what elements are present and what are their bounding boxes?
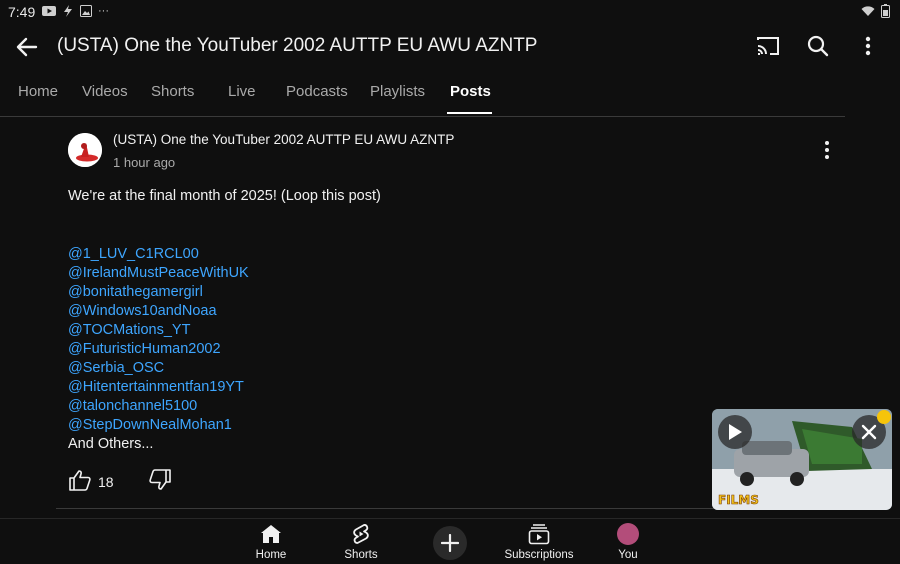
nav-shorts-label: Shorts	[344, 549, 378, 561]
search-button[interactable]	[804, 32, 832, 60]
like-count: 18	[98, 474, 114, 490]
channel-title: (USTA) One the YouTuber 2002 AUTTP EU AW…	[57, 35, 538, 56]
nav-home[interactable]: Home	[226, 523, 316, 561]
nav-subscriptions[interactable]: Subscriptions	[494, 523, 584, 561]
tab-shorts[interactable]: Shorts	[151, 83, 194, 100]
play-icon	[729, 424, 742, 440]
mention-link[interactable]: @Windows10andNoaa	[68, 302, 249, 321]
and-others-text: And Others...	[68, 436, 154, 452]
tab-home[interactable]: Home	[18, 83, 58, 100]
youtube-notification-icon	[42, 6, 56, 16]
mention-link[interactable]: @IrelandMustPeaceWithUK	[68, 264, 249, 283]
more-notifications-indicator: ···	[98, 5, 109, 17]
tab-posts[interactable]: Posts	[450, 83, 491, 100]
wifi-icon	[861, 5, 875, 16]
channel-avatar-image	[68, 133, 102, 167]
battery-icon	[881, 4, 890, 18]
mini-player-play-button[interactable]	[718, 415, 752, 449]
emoji-badge	[877, 410, 891, 424]
nav-subscriptions-label: Subscriptions	[504, 549, 574, 561]
nav-home-label: Home	[255, 549, 287, 561]
channel-avatar[interactable]	[68, 133, 102, 167]
close-icon	[861, 424, 877, 440]
plus-icon	[441, 534, 459, 552]
app-bar: (USTA) One the YouTuber 2002 AUTTP EU AW…	[0, 24, 900, 70]
arrow-left-icon	[16, 37, 38, 57]
mention-link[interactable]: @StepDownNealMohan1	[68, 416, 249, 435]
nav-you-label: You	[618, 549, 638, 561]
thumbs-up-icon	[69, 470, 91, 491]
more-vertical-icon	[825, 141, 829, 159]
tab-playlists[interactable]: Playlists	[370, 83, 425, 100]
back-button[interactable]	[12, 32, 42, 62]
post-body-text: We're at the final month of 2025! (Loop …	[68, 188, 381, 204]
mention-link[interactable]: @FuturisticHuman2002	[68, 340, 249, 359]
home-icon	[261, 525, 281, 543]
post-author[interactable]: (USTA) One the YouTuber 2002 AUTTP EU AW…	[113, 132, 454, 147]
post-timestamp: 1 hour ago	[113, 155, 176, 170]
bottom-navigation: Home Shorts Subscriptions You	[0, 518, 900, 564]
nav-you[interactable]: You	[583, 523, 673, 561]
active-tab-indicator	[447, 112, 492, 114]
channel-tabs: Home Videos Shorts Live Podcasts Playlis…	[0, 70, 845, 117]
mention-link[interactable]: @bonitathegamergirl	[68, 283, 249, 302]
mention-link[interactable]: @talonchannel5100	[68, 397, 249, 416]
search-icon	[807, 35, 829, 57]
mention-link[interactable]: @1_LUV_C1RCL00	[68, 245, 249, 264]
thumbs-down-icon	[149, 469, 171, 490]
status-notification-icons: ···	[42, 5, 109, 17]
tab-videos[interactable]: Videos	[82, 83, 128, 100]
tab-podcasts[interactable]: Podcasts	[286, 83, 348, 100]
app-bar-actions	[754, 32, 882, 60]
dislike-button[interactable]	[148, 469, 174, 493]
mention-link[interactable]: @Hitentertainmentfan19YT	[68, 378, 249, 397]
mention-link[interactable]: @Serbia_OSC	[68, 359, 249, 378]
like-button[interactable]	[68, 469, 94, 493]
mini-player[interactable]: FILMS	[712, 409, 892, 510]
more-vertical-icon	[865, 36, 871, 56]
create-button[interactable]	[433, 526, 467, 560]
status-time: 7:49	[8, 4, 36, 20]
status-bar: 7:49 ···	[0, 0, 900, 24]
mention-link[interactable]: @TOCMations_YT	[68, 321, 249, 340]
image-notification-icon	[80, 5, 92, 17]
post-menu-button[interactable]	[816, 139, 838, 161]
more-options-button[interactable]	[854, 32, 882, 60]
bolt-notification-icon	[64, 5, 72, 17]
nav-shorts[interactable]: Shorts	[316, 523, 406, 561]
subscriptions-icon	[528, 524, 550, 545]
mention-list: @1_LUV_C1RCL00 @IrelandMustPeaceWithUK @…	[68, 245, 249, 454]
cast-button[interactable]	[754, 32, 782, 60]
cast-icon	[757, 37, 779, 55]
shorts-icon	[353, 524, 369, 544]
tab-live[interactable]: Live	[228, 83, 256, 100]
status-system-icons	[861, 4, 890, 18]
user-avatar	[617, 523, 639, 545]
channel-logo-text: FILMS	[718, 493, 759, 507]
